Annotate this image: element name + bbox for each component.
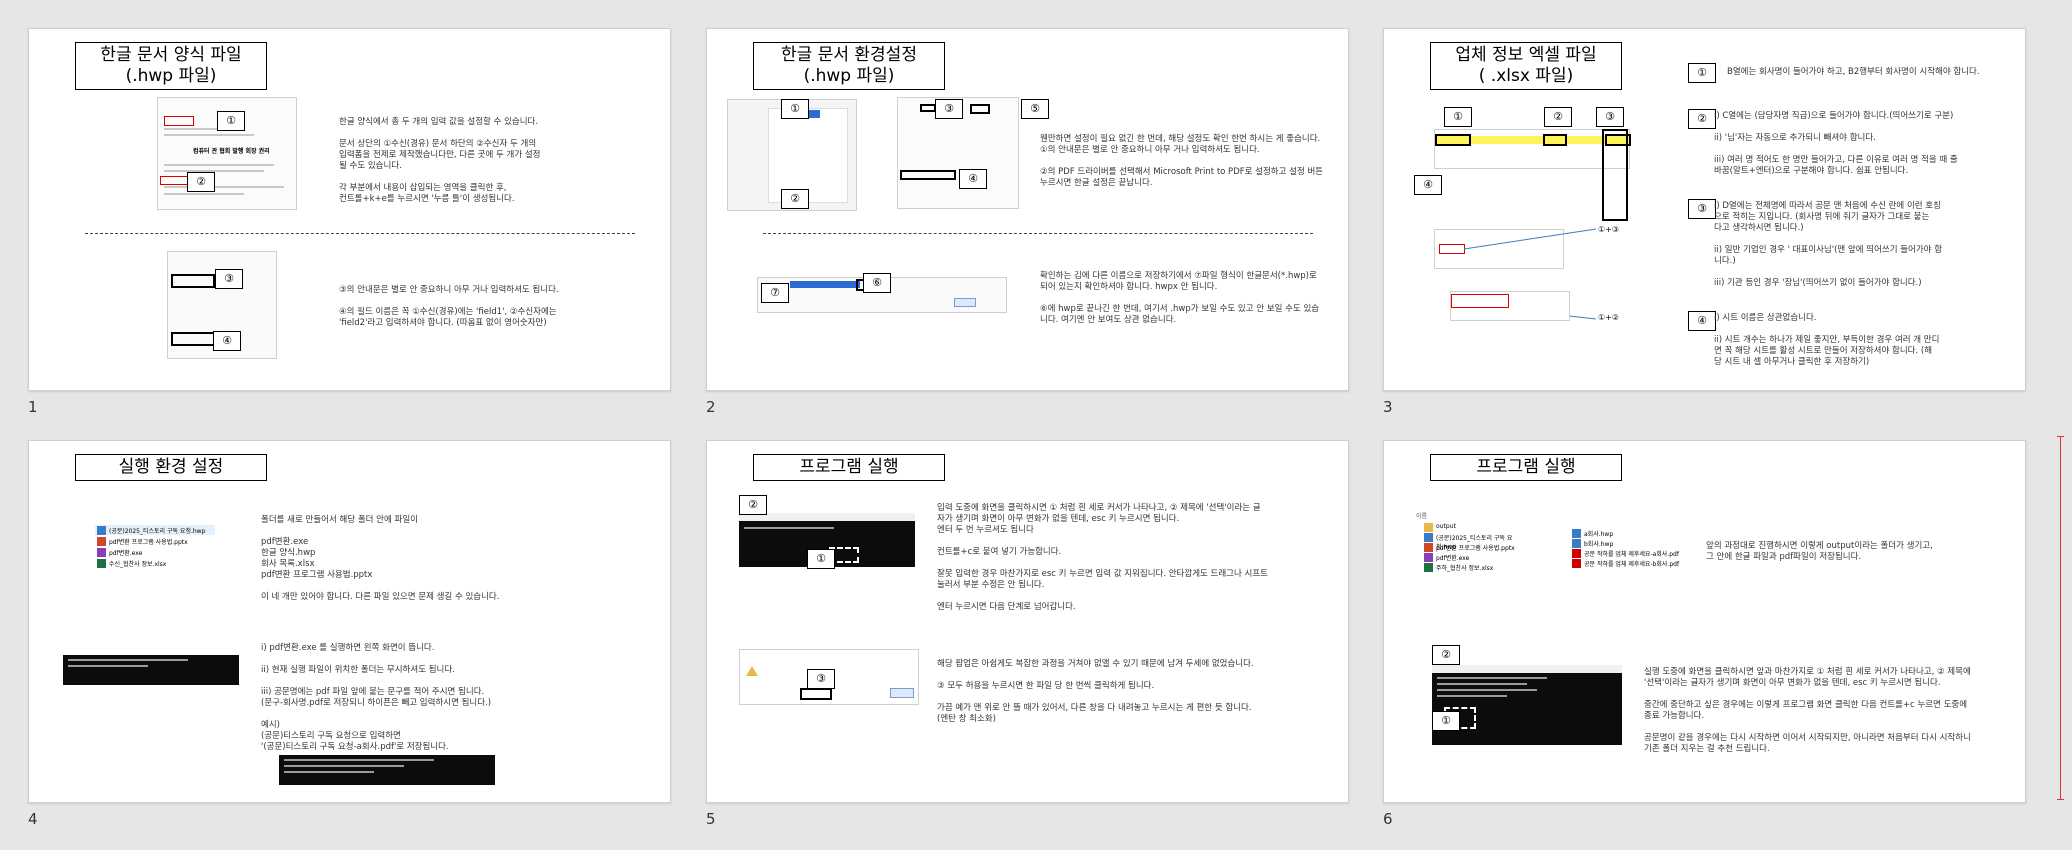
marker-6: ⑥ <box>863 273 891 293</box>
item-marker-3: ③ <box>1688 199 1716 219</box>
marker-3: ③ <box>215 269 243 289</box>
marker-4: ④ <box>1414 175 1442 195</box>
slide-sorter-grid: 한글 문서 양식 파일 (.hwp 파일) 컴퓨터 관 협회 발행 회장 권리 … <box>0 0 2072 850</box>
slide-body-top: 앞의 과정대로 진행하시면 이렇게 output이라는 폴더가 생기고, 그 안… <box>1706 541 1933 562</box>
marker-3: ③ <box>807 669 835 689</box>
item-text-1: B열에는 회사명이 들어가야 하고, B2행부터 회사명이 시작해야 합니다. <box>1727 67 1980 77</box>
slide-title: 실행 환경 설정 <box>75 454 267 481</box>
marker-2: ② <box>187 172 215 192</box>
slide-title: 프로그램 실행 <box>1430 454 1622 481</box>
marker-1: ① <box>217 111 245 131</box>
slide-number: 6 <box>1383 810 1393 828</box>
field-highlight <box>164 116 194 126</box>
slide-body-top: 한글 양식에서 총 두 개의 입력 값을 설정할 수 있습니다. 문서 상단의 … <box>339 117 541 204</box>
slide-thumbnail[interactable]: 업체 정보 엑셀 파일 ( .xlsx 파일) ① ② ③ ④ ①+③ ①+② … <box>1383 28 2026 391</box>
marker-1: ① <box>781 99 809 119</box>
divider <box>763 233 1313 234</box>
slide-number: 2 <box>706 398 716 416</box>
slide-number: 1 <box>28 398 38 416</box>
slide-body-bottom: 해당 팝업은 아쉽게도 복잡한 과정을 거쳐야 없앨 수 있기 때문에 남겨 두… <box>937 659 1254 724</box>
terminal-screenshot-2 <box>279 755 495 785</box>
slide-number: 3 <box>1383 398 1393 416</box>
excel-column-highlight <box>1602 129 1628 221</box>
marker-1: ① <box>807 549 835 569</box>
terminal-screenshot <box>1432 665 1622 745</box>
slide-thumbnail[interactable]: 프로그램 실행 이름 output (공문)2025_티스토리 구독 요청.hw… <box>1383 440 2026 803</box>
output-file-3[interactable]: 공문 작하를 업체 제후세요-a회사.pdf <box>1584 549 1679 558</box>
file-4[interactable]: 주하_협찬사 정보.xlsx <box>1436 563 1493 572</box>
slide-body-bottom: 확인하는 김에 다른 이름으로 저장하기에서 ⑦파일 형식이 한글문서(*.hw… <box>1040 271 1320 325</box>
marker-2: ② <box>781 189 809 209</box>
slide-title: 프로그램 실행 <box>753 454 945 481</box>
marker-2: ② <box>1544 107 1572 127</box>
folder-output[interactable]: output <box>1436 523 1456 530</box>
slide-body-top: 입력 도중에 화면을 클릭하시면 ① 처럼 흰 세로 커서가 나타나고, ② 제… <box>937 503 1268 612</box>
marker-1: ① <box>1432 711 1460 731</box>
slide-thumbnail[interactable]: 한글 문서 양식 파일 (.hwp 파일) 컴퓨터 관 협회 발행 회장 권리 … <box>28 28 671 391</box>
slide-number: 4 <box>28 810 38 828</box>
marker-3: ③ <box>935 99 963 119</box>
output-file-2[interactable]: b회사.hwp <box>1584 539 1613 548</box>
item-marker-2: ② <box>1688 109 1716 129</box>
file-explorer-right: a회사.hwp b회사.hwp 공문 작하를 업체 제후세요-a회사.pdf 공… <box>1572 527 1682 575</box>
marker-3: ③ <box>1596 107 1624 127</box>
field-highlight <box>160 176 188 185</box>
excel-screenshot <box>1434 129 1631 169</box>
arrow-label-top: ①+③ <box>1598 225 1620 234</box>
marker-5: ⑤ <box>1021 99 1049 119</box>
file-3[interactable]: pdf변환.exe <box>109 548 142 557</box>
slide-body-top: 폴더를 새로 만들어서 해당 폴더 안에 파일이 pdf변환.exe 한글 양식… <box>261 515 500 602</box>
marker-2: ② <box>739 495 767 515</box>
file-2[interactable]: pdf변환 프로그램 사용법.pptx <box>109 537 188 546</box>
item-text-4: i) 시트 이름은 상관없습니다. ii) 시트 개수는 하나가 제일 좋지만,… <box>1714 313 1940 367</box>
output-file-1[interactable]: a회사.hwp <box>1584 529 1613 538</box>
file-explorer-left: 이름 output (공문)2025_티스토리 구독 요청.hwp pdf변환 … <box>1416 511 1528 577</box>
file-4[interactable]: 수신_협찬사 정보.xlsx <box>109 559 166 568</box>
document-preview-screenshot-2 <box>1450 291 1570 321</box>
slide-body-bottom: ③의 안내문은 별로 안 중요하니 아무 거나 입력하셔도 됩니다. ④의 필드… <box>339 285 559 328</box>
arrow-label-bottom: ①+② <box>1598 313 1620 322</box>
marker-7: ⑦ <box>761 283 789 303</box>
file-1[interactable]: (공문)2025_티스토리 구독 요청.hwp <box>109 526 205 535</box>
slide-thumbnail[interactable]: 한글 문서 환경설정 (.hwp 파일) ① ② ③ ⑤ ④ 웬만하면 설정이 … <box>706 28 1349 391</box>
item-text-3: i) D열에는 전체명에 따라서 공문 맨 처음에 수신 란에 이런 호칭 으로… <box>1714 201 1943 288</box>
output-file-4[interactable]: 공문 작하를 업체 제후세요-b회사.pdf <box>1584 559 1679 568</box>
marker-4: ④ <box>959 169 987 189</box>
slide-body-top: 웬만하면 설정이 필요 없긴 한 번데, 해당 설정도 확인 한번 하시는 게 … <box>1040 134 1324 188</box>
slide-title: 한글 문서 환경설정 (.hwp 파일) <box>753 42 945 90</box>
scroll-range-indicator[interactable] <box>2057 436 2064 800</box>
marker-1: ① <box>1444 107 1472 127</box>
slide-body-bottom: 실행 도중에 화면을 클릭하시면 앞과 마찬가지로 ① 처럼 흰 세로 커서가 … <box>1644 667 1971 754</box>
marker-4: ④ <box>213 331 241 351</box>
slide-thumbnail[interactable]: 실행 환경 설정 (공문)2025_티스토리 구독 요청.hwp pdf변환 프… <box>28 440 671 803</box>
marker-2: ② <box>1432 645 1460 665</box>
column-header-name: 이름 <box>1416 513 1428 520</box>
divider <box>85 233 635 234</box>
slide-title: 업체 정보 엑셀 파일 ( .xlsx 파일) <box>1430 42 1622 90</box>
terminal-screenshot <box>63 655 239 685</box>
item-text-2: i) C열에는 (담당자명 직급)으로 들어가야 합니다.(띄어쓰기로 구분) … <box>1714 111 1958 176</box>
slide-title: 한글 문서 양식 파일 (.hwp 파일) <box>75 42 267 90</box>
item-marker-1: ① <box>1688 63 1716 83</box>
document-heading: 컴퓨터 관 협회 발행 회장 권리 <box>193 148 270 155</box>
file-3[interactable]: pdf변환.exe <box>1436 553 1469 562</box>
slide-thumbnail[interactable]: 프로그램 실행 ② ① 입력 도중에 화면을 클릭하시면 ① 처럼 흰 세로 커… <box>706 440 1349 803</box>
item-marker-4: ④ <box>1688 311 1716 331</box>
slide-body-bottom: i) pdf변환.exe 를 실행하면 왼쪽 화면이 뜹니다. ii) 현재 실… <box>261 643 492 752</box>
file-2[interactable]: pdf변환 프로그램 사용법.pptx <box>1436 543 1515 552</box>
file-explorer-screenshot: (공문)2025_티스토리 구독 요청.hwp pdf변환 프로그램 사용법.p… <box>95 525 215 569</box>
slide-number: 5 <box>706 810 716 828</box>
